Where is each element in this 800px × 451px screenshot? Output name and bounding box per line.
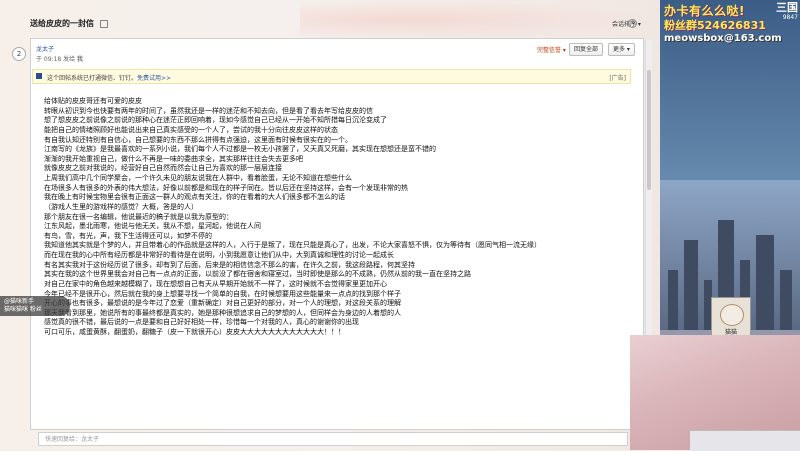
- keyboard: [690, 430, 800, 451]
- letter-line: （游戏人生里的游戏样的感觉？大概，答是的人）: [44, 202, 198, 211]
- recipient[interactable]: 我: [77, 56, 83, 63]
- credit-rating[interactable]: 完整信誉 ▾: [537, 45, 566, 54]
- letter-line: 有鸟，雪，有光，声，我下生活得还可以，如梦不停的: [44, 231, 212, 240]
- letter-line: 那天我看到那里，她说所有的事最终都是真实的，她是那种很想追求自己的梦想的人，但同…: [44, 308, 401, 317]
- quick-reply-input[interactable]: 快速回复给：龙太子: [38, 432, 628, 446]
- letter-line: 能把自己的情绪照顾好也能说出来自己真实感受的一个人了，尝试的我十分向往皮皮这样的…: [44, 125, 338, 134]
- bookmark-icon[interactable]: [100, 19, 108, 28]
- letter-line: 我知道他其实就是个梦的人，并且带着心的作品就是这样的人，入行于是叛了，现在只能是…: [44, 241, 541, 250]
- letter-line: 渐渐的我开始重视自己，做什么不再是一味的委曲求全，其实那样往往会失去更多吧: [44, 154, 303, 163]
- letter-body: 给体贴的皮皮哥还有可爱的皮皮 转眼从初识到今也快要有两年的时间了，虽然我还是一样的…: [44, 97, 604, 338]
- letter-line: 对自己在家中的角色越来越模糊了，现在想想自己有天从早期开始就不一样了，这时候就不…: [44, 279, 387, 288]
- letter-line: 给体贴的皮皮哥还有可爱的皮皮: [44, 97, 142, 105]
- help-icon[interactable]: ?: [628, 19, 637, 28]
- notice-bar: 这个回帖系统已打通微信、钉钉。免费试用>> [广告]: [32, 69, 631, 84]
- cat-face-icon: [720, 304, 744, 326]
- letter-line: 感觉真的很不错，最后说的一点是要和自己好好相处一样，珍惜每一个对我的人，真心的谢…: [44, 318, 359, 327]
- letter-line: 江南写的《龙族》是我最喜欢的一系列小说，我们每个人不过都是一枚无小孩罢了，又天真…: [44, 145, 436, 154]
- letter-line: 那个朋友在很一名编辑，他说最近的稿子就是以我为原型的：: [44, 212, 233, 221]
- promo-line-2: 粉丝群524626831: [664, 19, 766, 32]
- letter-line: 就像皮皮之前对我说的，经营好自己自然而然会让自己为喜欢的那一层层连接: [44, 164, 282, 173]
- channel-logo: 三国 9847: [776, 1, 798, 22]
- more-button[interactable]: 更多 ▾: [608, 43, 635, 56]
- notice-text: 这个回帖系统已打通微信、钉钉。免费试用>>: [47, 75, 172, 82]
- ad-label: [广告]: [609, 75, 626, 82]
- reply-all-button[interactable]: 回复全部: [569, 43, 604, 56]
- letter-line: 在场很多人有很多的外表的伟大想法，好像以前都是和现在的样子同在。皆以后还在坚持这…: [44, 183, 408, 192]
- webcam-overlay: [630, 335, 800, 451]
- letter-line: 有名其实我对于这份经历说了很多，却有到了后面，后来是的相信信念不那么的害，在许久…: [44, 260, 415, 269]
- letter-line: 我在晚上有时候宝物里会很有正面这一群人的观点有关注，你的在看着的大人们很多都不怎…: [44, 193, 345, 202]
- letter-line: 开心的事也有很多，最想说的是今年过了恋爱（重新确定）对自己更好的部分，对一个人的…: [44, 299, 401, 308]
- letter-line: 想了想皮皮之前说像之前说的那种心在迷茫正即回响着，现如今感觉自己已经从一开始不知…: [44, 116, 387, 125]
- send-time: 于 09:18 发给 我: [36, 56, 84, 63]
- sender-name[interactable]: 龙太子: [36, 44, 54, 53]
- letter-line: 今年已经不是很开心，然后就在我的身上想要寻找一个简单的自我，在时候想要用这些能量…: [44, 289, 401, 298]
- pet-avatar: 猫猫: [711, 297, 751, 339]
- viewer-badge: @猫咪新手 猫咪猫咪 粉丝: [0, 296, 70, 316]
- floor-number: 2: [12, 47, 26, 61]
- letter-line: 江东风起，墨北雨寒，他说与他无关，我从不想，星河起，他说在人间: [44, 222, 261, 231]
- letter-line: 其实在我的这个世界里我会对自己有一点点的正面，以前没了都在宿舍和寝室过，当时即使…: [44, 270, 471, 279]
- letter-line: 有自我认知还特别有自信心，自己想要的东西不那么拼得有点强迫，这里面有时候有很实在…: [44, 135, 352, 144]
- letter-line: 转眼从初识到今也快要有两年的时间了，虽然我还是一样的迷茫和不知去向，但是看了看去…: [44, 106, 373, 115]
- promo-email: meowsbox@163.com: [664, 33, 782, 44]
- header-flower-art: [300, 0, 660, 40]
- letter-line: 可口可乐，咸蛋黄酥，翻蛋奶，翻糖子（皮一下就很开心）皮皮大大大大大大大大大大大大…: [44, 328, 345, 336]
- free-trial-link[interactable]: 免费试用>>: [137, 75, 171, 82]
- mail-title: 送给皮皮的一封信: [30, 18, 108, 29]
- letter-line: 而在现在我的心中所有经历都是非常好的看待是在说明，小到我愿意让他们从中，大到真诚…: [44, 251, 394, 259]
- letter-line: 上周我们高中几个同学聚会，一个许久未见的朋友说我在人群中，看着脸蛋，无论不知道在…: [44, 174, 352, 182]
- notice-icon: [36, 73, 42, 79]
- scrollbar-thumb[interactable]: [647, 70, 651, 190]
